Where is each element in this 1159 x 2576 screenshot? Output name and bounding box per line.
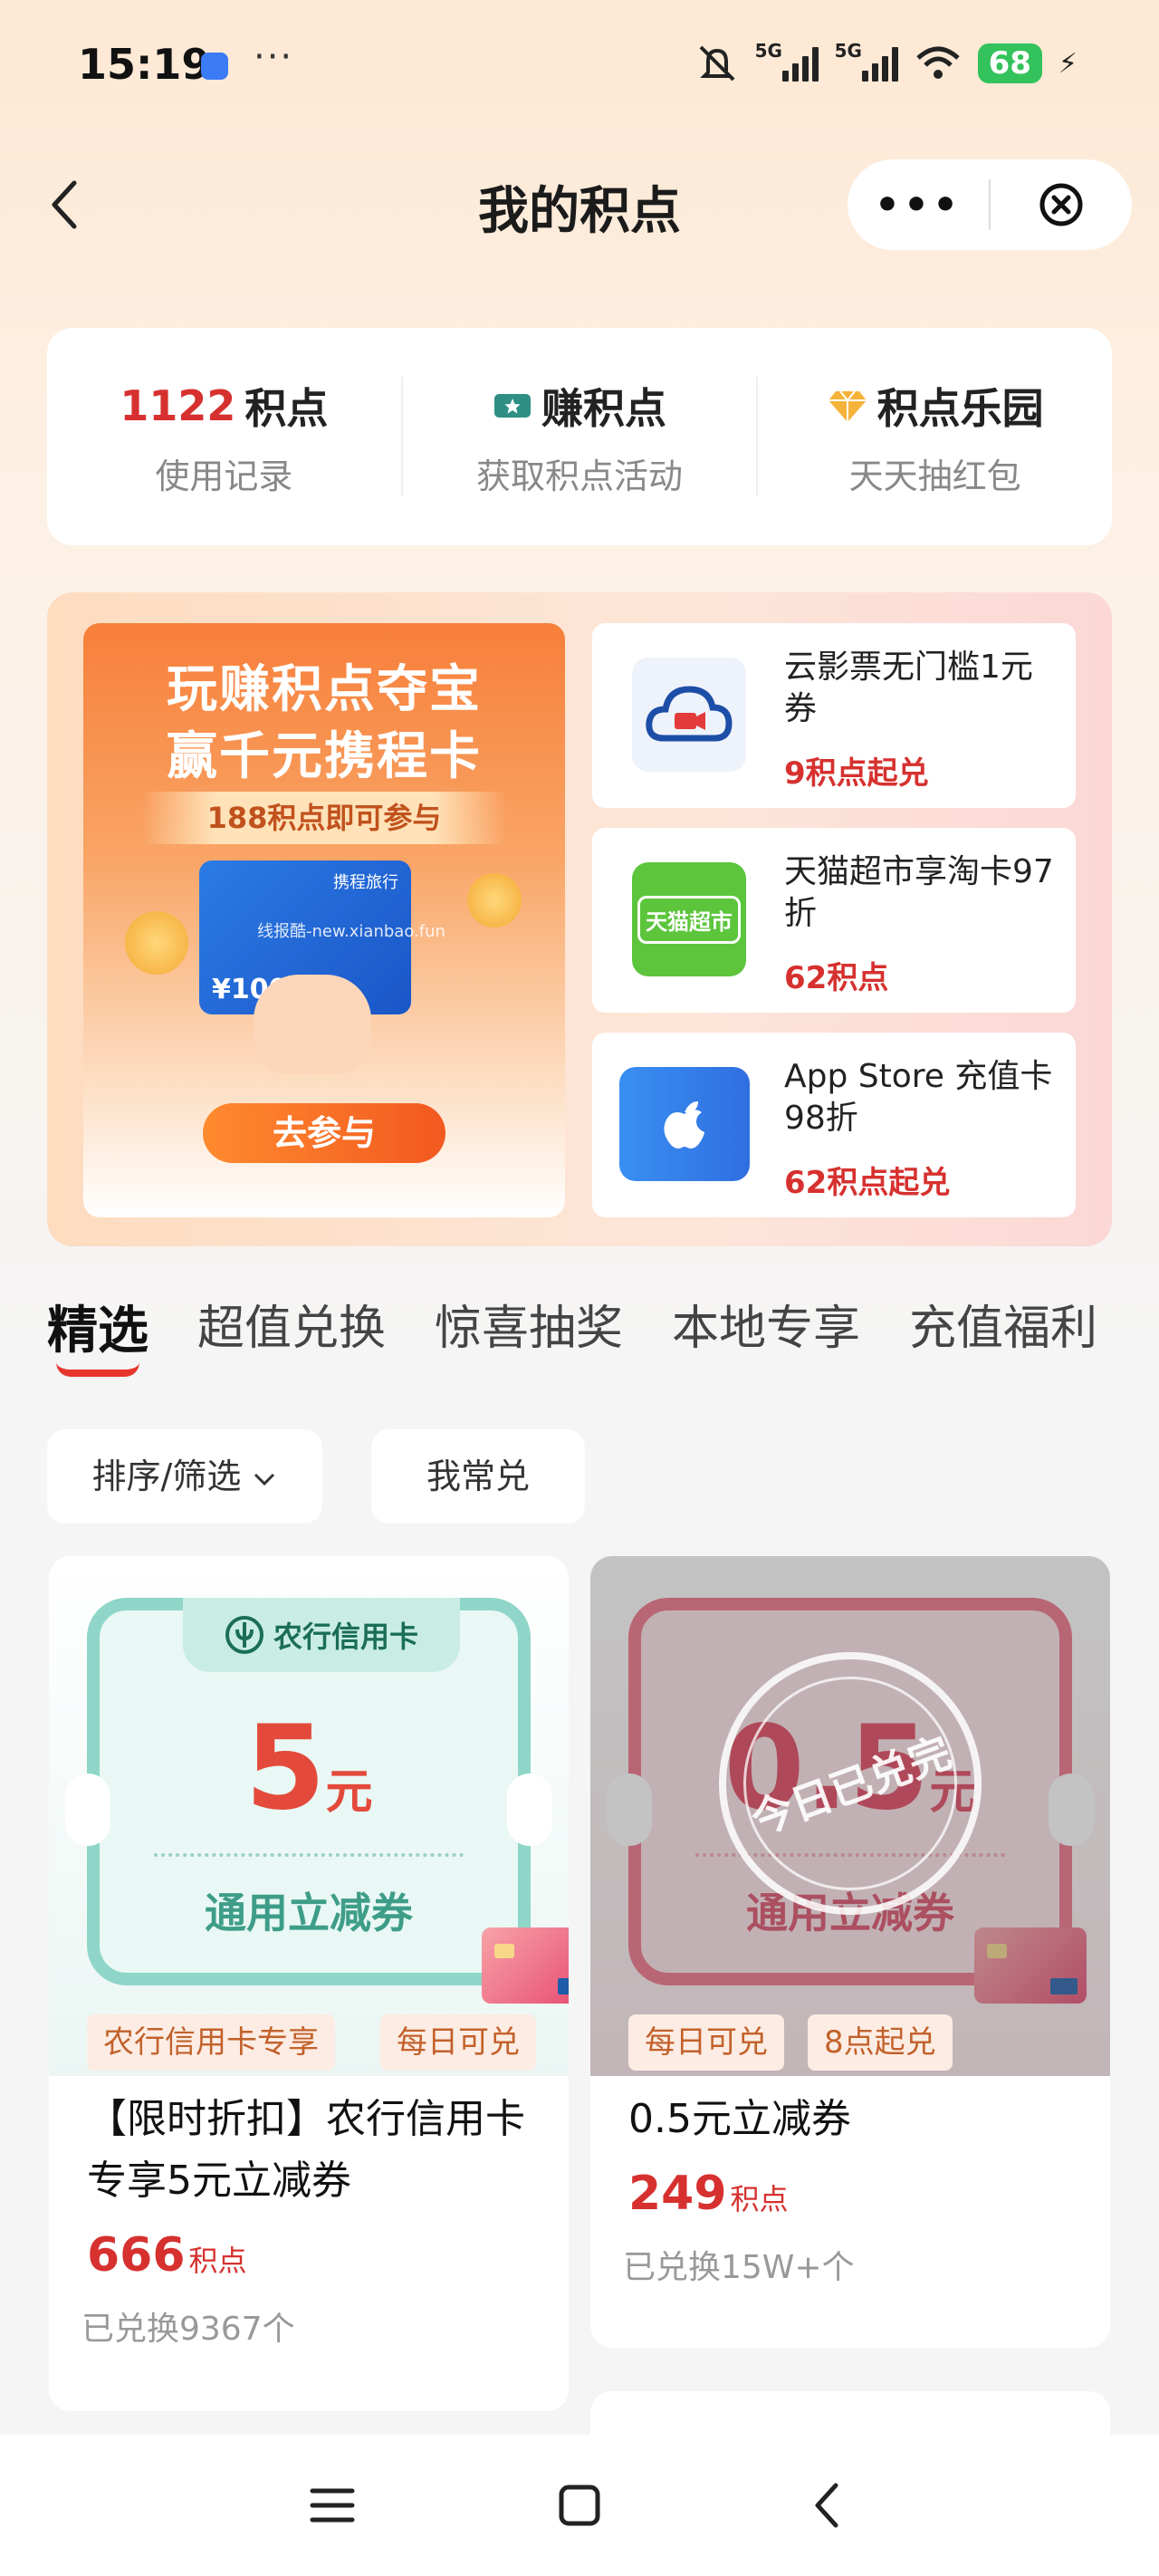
frequent-button[interactable]: 我常兑 <box>371 1429 585 1523</box>
product-card[interactable]: 0.5元 通用立减券 今日已兑完 每日可兑 8点起兑 0.5元立减券 249 积点… <box>590 1556 1110 2348</box>
coupon-notch <box>65 1773 110 1846</box>
home-button[interactable] <box>543 2469 616 2542</box>
product-card[interactable]: 农行信用卡 5元 通用立减券 农行信用卡专享 每日可兑 【限时折扣】农行信用卡专… <box>49 1556 569 2411</box>
wifi-icon <box>915 46 960 79</box>
home-square-icon <box>559 2485 600 2526</box>
product-tag: 每日可兑 <box>628 2014 784 2071</box>
product-title: 【限时折扣】农行信用卡专享5元立减券 <box>87 2096 525 2204</box>
tab-lottery[interactable]: 惊喜抽奖 <box>435 1290 623 1363</box>
watermark: 线报酷-new.xianbao.fun <box>257 922 445 941</box>
product-sold-count: 已兑换15W+个 <box>623 2249 855 2286</box>
system-nav-bar <box>0 2435 1159 2576</box>
mini-item-points: 62积点 <box>784 960 889 996</box>
mini-item-name: 天猫超市享淘卡97折 <box>784 853 1054 932</box>
earn-points-sub: 获取积点活动 <box>476 456 684 496</box>
points-unit: 积点 <box>244 383 329 433</box>
status-icons: 5G 5G 68 ⚡ <box>695 40 1078 83</box>
miniapp-capsule: ••• <box>848 159 1132 250</box>
apple-icon <box>619 1067 750 1181</box>
product-tag: 每日可兑 <box>380 2014 536 2071</box>
points-park-label: 积点乐园 <box>876 383 1044 433</box>
coupon-brand: 农行信用卡 <box>183 1598 460 1672</box>
mini-item-tmall[interactable]: 天猫超市 天猫超市享淘卡97折 62积点 <box>592 828 1076 1013</box>
earn-points[interactable]: 赚积点 获取积点活动 <box>403 376 757 498</box>
menu-icon <box>310 2488 355 2523</box>
points-summary-card: 1122 积点 使用记录 赚积点 获取积点活动 积点乐园 天天抽红包 <box>47 328 1112 545</box>
product-price: 249 积点 <box>628 2167 789 2221</box>
sort-filter-label: 排序/筛选 <box>91 1456 242 1496</box>
mini-item-name: App Store 充值卡98折 <box>784 1058 1053 1137</box>
hand-illustration <box>254 975 371 1074</box>
tab-recharge[interactable]: 充值福利 <box>909 1290 1097 1363</box>
battery-level: 68 <box>977 43 1042 83</box>
signal-icon: 5G <box>755 40 819 82</box>
banner-ribbon: 188积点即可参与 <box>141 792 507 844</box>
usage-record-link: 使用记录 <box>155 456 293 496</box>
mute-bell-icon <box>699 45 735 82</box>
product-title: 0.5元立减券 <box>628 2096 851 2142</box>
gift-card-brand: 携程旅行 <box>333 873 398 892</box>
coupon-notch <box>507 1773 552 1846</box>
close-button[interactable] <box>991 181 1132 228</box>
category-tabs: 精选 超值兑换 惊喜抽奖 本地专享 充值福利 <box>47 1290 1159 1363</box>
mini-item-name: 云影票无门槛1元券 <box>784 649 1033 727</box>
abc-bank-icon <box>225 1616 263 1654</box>
sort-filter-button[interactable]: 排序/筛选 <box>47 1429 322 1523</box>
diamond-icon <box>828 389 867 422</box>
active-tab-indicator <box>56 1362 139 1377</box>
charging-icon: ⚡ <box>1058 47 1078 80</box>
close-circle-icon <box>1039 183 1083 226</box>
system-back-button[interactable] <box>790 2469 863 2542</box>
signal-icon-2: 5G <box>835 40 898 82</box>
mini-item-points: 9积点起兑 <box>784 755 929 792</box>
tmall-supermarket-icon: 天猫超市 <box>632 862 746 976</box>
coupon-amount: 5元 <box>244 1701 373 1836</box>
menu-button[interactable] <box>296 2469 369 2542</box>
product-image: 农行信用卡 5元 通用立减券 农行信用卡专享 每日可兑 <box>49 1556 569 2076</box>
coin-icon <box>125 911 188 975</box>
chevron-down-icon <box>254 1473 275 1485</box>
product-tag: 8点起兑 <box>808 2014 953 2071</box>
points-park[interactable]: 积点乐园 天天抽红包 <box>758 376 1112 498</box>
points-value: 1122 <box>120 380 236 430</box>
cloud-movie-icon <box>632 658 746 772</box>
product-image: 0.5元 通用立减券 今日已兑完 每日可兑 8点起兑 <box>590 1556 1110 2076</box>
product-price: 666 积点 <box>87 2228 247 2283</box>
product-tag: 农行信用卡专享 <box>87 2014 335 2071</box>
mini-item-points: 62积点起兑 <box>784 1165 951 1201</box>
banner-line1: 玩赚积点夺宝 <box>167 660 482 719</box>
coupon-divider <box>154 1853 464 1857</box>
tab-local[interactable]: 本地专享 <box>672 1290 860 1363</box>
mini-item-movie[interactable]: 云影票无门槛1元券 9积点起兑 <box>592 623 1076 808</box>
chevron-left-icon <box>815 2483 838 2528</box>
status-more-dots: ··· <box>254 36 294 78</box>
coupon-graphic: 农行信用卡 5元 通用立减券 <box>87 1598 531 1985</box>
credit-card-icon <box>482 1927 569 2004</box>
mini-item-appstore[interactable]: App Store 充值卡98折 62积点起兑 <box>592 1033 1076 1217</box>
status-time: 15:19 <box>78 40 211 89</box>
coupon-type: 通用立减券 <box>205 1889 413 1937</box>
tab-featured[interactable]: 精选 <box>47 1290 148 1363</box>
join-button[interactable]: 去参与 <box>203 1103 445 1163</box>
earn-points-label: 赚积点 <box>541 383 666 433</box>
shield-icon <box>201 53 228 80</box>
banner-line2: 赢千元携程卡 <box>167 727 482 786</box>
points-balance[interactable]: 1122 积点 使用记录 <box>47 376 401 498</box>
treasure-banner[interactable]: 玩赚积点夺宝 赢千元携程卡 188积点即可参与 携程旅行 线报酷-new.xia… <box>83 623 565 1217</box>
more-button[interactable]: ••• <box>848 182 989 228</box>
coin-icon <box>467 873 522 928</box>
points-park-sub: 天天抽红包 <box>848 456 1021 496</box>
ticket-icon <box>494 393 531 418</box>
product-sold-count: 已兑换9367个 <box>81 2311 295 2348</box>
tab-value-exchange[interactable]: 超值兑换 <box>197 1290 386 1363</box>
